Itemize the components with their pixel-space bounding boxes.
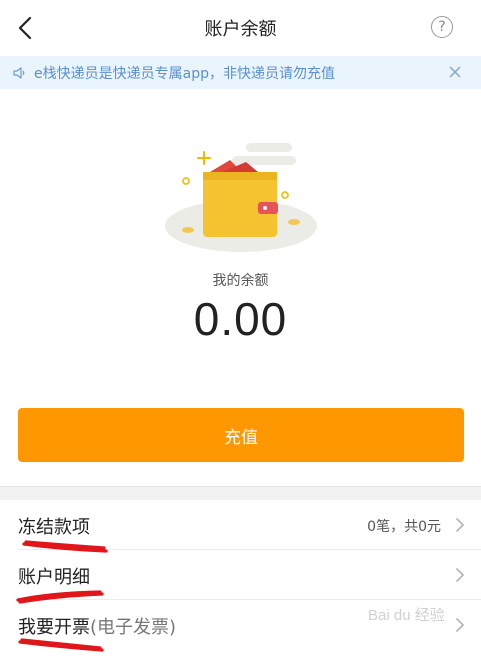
account-details-row[interactable]: 账户明细	[0, 550, 481, 600]
frozen-funds-row[interactable]: 冻结款项 0笔，共0元	[0, 500, 481, 550]
row-label: 冻结款项	[18, 517, 90, 538]
notice-banner: e栈快递员是快递员专属app，非快递员请勿充值	[0, 56, 481, 89]
speaker-icon	[13, 66, 25, 79]
wallet-illustration	[165, 143, 317, 252]
balance-value: 0.00	[193, 293, 288, 345]
help-icon[interactable]: ?	[431, 16, 453, 38]
back-arrow-icon[interactable]	[10, 12, 42, 44]
chevron-right-icon	[456, 568, 465, 582]
nav-bar: 账户余额 ?	[0, 0, 481, 56]
row-sublabel: (电子发票)	[90, 617, 177, 638]
row-label: 账户明细	[18, 567, 90, 588]
section-divider	[0, 486, 481, 501]
recharge-button[interactable]: 充值	[18, 408, 464, 462]
frozen-funds-value: 0笔，共0元	[367, 519, 441, 535]
chevron-right-icon	[456, 618, 465, 632]
chevron-right-icon	[456, 518, 465, 532]
close-icon[interactable]	[447, 64, 463, 80]
invoice-row[interactable]: 我要开票(电子发票)	[0, 600, 481, 650]
notice-text: e栈快递员是快递员专属app，非快递员请勿充值	[34, 65, 335, 82]
page-title: 账户余额	[204, 19, 277, 40]
row-label: 我要开票(电子发票)	[18, 617, 177, 638]
balance-label: 我的余额	[212, 273, 269, 289]
